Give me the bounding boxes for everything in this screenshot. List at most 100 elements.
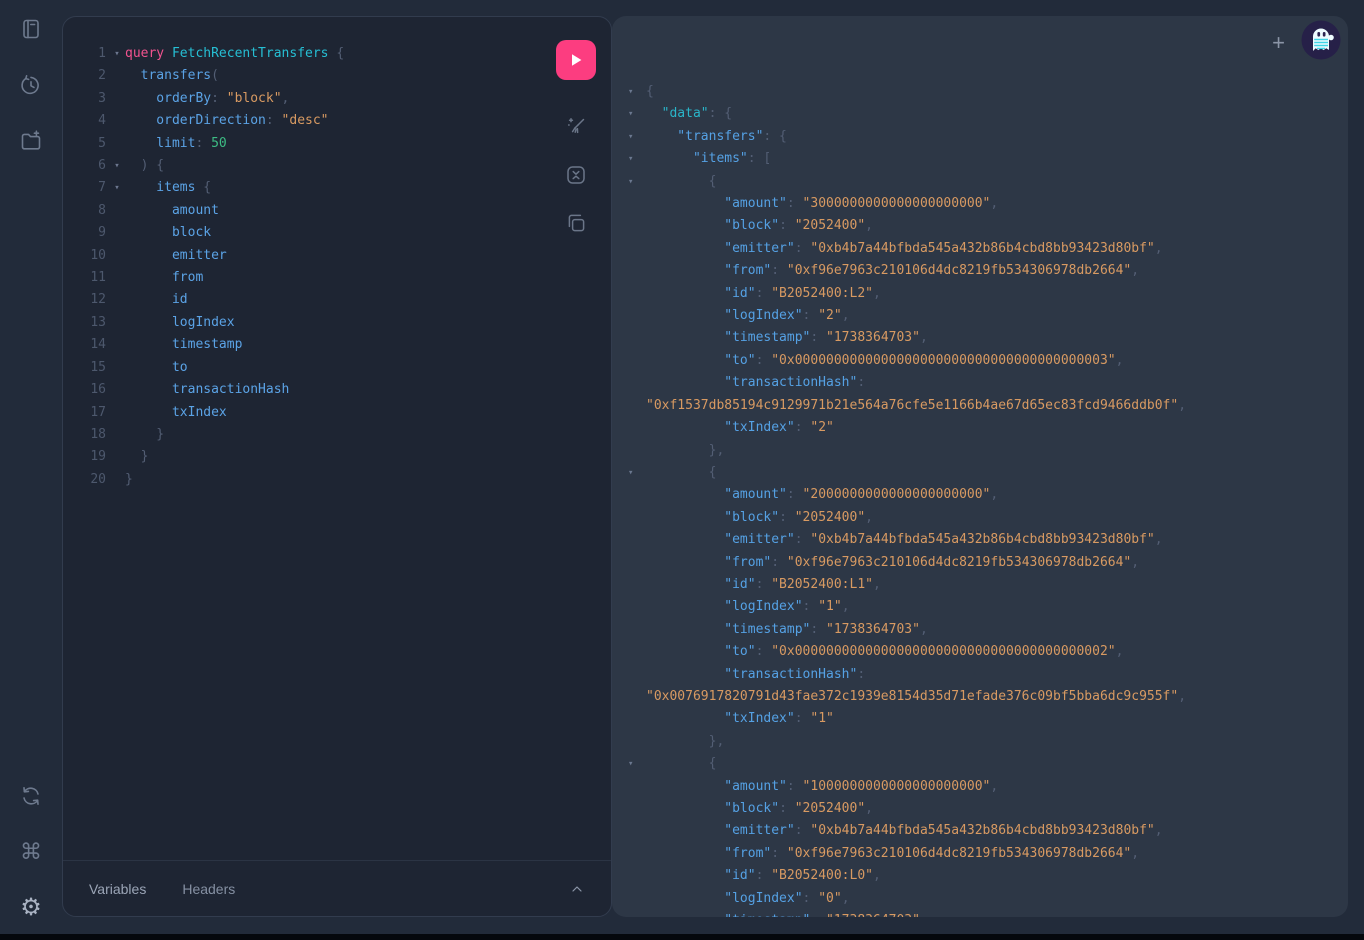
query-editor-pane: 1▾query FetchRecentTransfers {2 transfer… <box>62 16 612 917</box>
response-code-line: "id": "B2052400:L0", <box>628 865 1340 887</box>
sidebar-bottom-group: ⌘ ⚙ <box>17 782 45 922</box>
editor-code-line[interactable]: 20} <box>63 469 611 491</box>
fold-gutter <box>109 88 125 110</box>
fold-gutter <box>628 484 646 506</box>
response-code-line: ▾ { <box>628 171 1340 193</box>
line-number: 6 <box>63 155 109 177</box>
line-number: 2 <box>63 65 109 87</box>
fold-toggle-icon[interactable]: ▾ <box>628 126 646 148</box>
tab-variables[interactable]: Variables <box>89 881 146 897</box>
response-code-line: "timestamp": "1738364703", <box>628 619 1340 641</box>
add-collection-button[interactable] <box>17 127 45 155</box>
fold-gutter <box>109 200 125 222</box>
fold-gutter <box>109 245 125 267</box>
copy-query-button[interactable] <box>563 210 589 236</box>
fold-toggle-icon[interactable]: ▾ <box>109 43 125 65</box>
response-code-line: "to": "0x0000000000000000000000000000000… <box>628 350 1340 372</box>
editor-code-line[interactable]: 17 txIndex <box>63 402 611 424</box>
tab-headers[interactable]: Headers <box>182 881 235 897</box>
avatar[interactable] <box>1301 20 1341 60</box>
response-code-line: }, <box>628 440 1340 462</box>
settings-button[interactable]: ⚙ <box>17 894 45 922</box>
merge-fragments-button[interactable] <box>563 162 589 188</box>
editor-code-line[interactable]: 10 emitter <box>63 245 611 267</box>
refetch-schema-icon <box>19 784 43 808</box>
chevron-up-icon <box>569 881 585 897</box>
response-code-line: ▾{ <box>628 81 1340 103</box>
add-tab-button[interactable]: + <box>1272 32 1285 54</box>
fold-toggle-icon[interactable]: ▾ <box>628 148 646 170</box>
fold-gutter <box>628 215 646 237</box>
response-code-line: "amount": "3000000000000000000000", <box>628 193 1340 215</box>
fold-toggle-icon[interactable]: ▾ <box>628 753 646 775</box>
fold-toggle-icon[interactable]: ▾ <box>628 103 646 125</box>
response-code-line: }, <box>628 731 1340 753</box>
query-editor[interactable]: 1▾query FetchRecentTransfers {2 transfer… <box>63 17 611 860</box>
fold-gutter <box>628 686 646 708</box>
line-number: 7 <box>63 177 109 199</box>
line-number: 18 <box>63 424 109 446</box>
response-code-line: "from": "0xf96e7963c210106d4dc8219fb5343… <box>628 552 1340 574</box>
fold-gutter <box>628 798 646 820</box>
editor-toolbar <box>556 40 596 236</box>
history-button[interactable] <box>17 71 45 99</box>
fold-gutter <box>628 731 646 753</box>
copy-icon <box>564 211 588 235</box>
editor-code-line[interactable]: 12 id <box>63 289 611 311</box>
fold-gutter <box>628 417 646 439</box>
fold-toggle-icon[interactable]: ▾ <box>109 155 125 177</box>
fold-toggle-icon[interactable]: ▾ <box>628 81 646 103</box>
line-number: 10 <box>63 245 109 267</box>
editor-code-line[interactable]: 9 block <box>63 222 611 244</box>
gear-icon: ⚙ <box>20 896 42 920</box>
fold-gutter <box>109 110 125 132</box>
fold-gutter <box>109 222 125 244</box>
collapse-editor-tools-button[interactable] <box>569 881 585 897</box>
fold-gutter <box>628 619 646 641</box>
prettify-button[interactable] <box>563 114 589 140</box>
editor-code-line[interactable]: 14 timestamp <box>63 334 611 356</box>
fold-gutter <box>109 334 125 356</box>
editor-code-line[interactable]: 5 limit: 50 <box>63 133 611 155</box>
ghost-pixel-logo-icon <box>1301 20 1341 60</box>
editor-code-line[interactable]: 1▾query FetchRecentTransfers { <box>63 43 611 65</box>
editor-code-line[interactable]: 11 from <box>63 267 611 289</box>
editor-code-line[interactable]: 7▾ items { <box>63 177 611 199</box>
editor-code-line[interactable]: 2 transfers( <box>63 65 611 87</box>
response-code-line: "from": "0xf96e7963c210106d4dc8219fb5343… <box>628 260 1340 282</box>
editor-code-line[interactable]: 8 amount <box>63 200 611 222</box>
docs-button[interactable] <box>17 15 45 43</box>
editor-code-line[interactable]: 3 orderBy: "block", <box>63 88 611 110</box>
editor-code-line[interactable]: 18 } <box>63 424 611 446</box>
fold-gutter <box>628 888 646 910</box>
fold-gutter <box>628 910 646 917</box>
fold-toggle-icon[interactable]: ▾ <box>628 462 646 484</box>
line-number: 13 <box>63 312 109 334</box>
editor-code-line[interactable]: 15 to <box>63 357 611 379</box>
editor-code-line[interactable]: 6▾ ) { <box>63 155 611 177</box>
fold-gutter <box>109 446 125 468</box>
line-number: 3 <box>63 88 109 110</box>
fold-toggle-icon[interactable]: ▾ <box>109 177 125 199</box>
response-pane: + ▾{▾ "data": {▾ "transfer <box>612 16 1348 917</box>
execute-query-button[interactable] <box>556 40 596 80</box>
docs-icon <box>19 17 43 41</box>
editor-code-line[interactable]: 13 logIndex <box>63 312 611 334</box>
response-code-line: "logIndex": "0", <box>628 888 1340 910</box>
fold-gutter <box>628 260 646 282</box>
fold-gutter <box>109 424 125 446</box>
fold-toggle-icon[interactable]: ▾ <box>628 171 646 193</box>
fold-gutter <box>628 507 646 529</box>
response-code-line: "txIndex": "2" <box>628 417 1340 439</box>
fold-gutter <box>628 238 646 260</box>
editor-code-line[interactable]: 19 } <box>63 446 611 468</box>
refetch-schema-button[interactable] <box>17 782 45 810</box>
fold-gutter <box>109 469 125 491</box>
fold-gutter <box>628 440 646 462</box>
editor-code-line[interactable]: 4 orderDirection: "desc" <box>63 110 611 132</box>
history-icon <box>19 73 43 97</box>
keyboard-shortcuts-button[interactable]: ⌘ <box>17 838 45 866</box>
editor-code-line[interactable]: 16 transactionHash <box>63 379 611 401</box>
response-code-line: "block": "2052400", <box>628 798 1340 820</box>
response-code-line: "from": "0xf96e7963c210106d4dc8219fb5343… <box>628 843 1340 865</box>
